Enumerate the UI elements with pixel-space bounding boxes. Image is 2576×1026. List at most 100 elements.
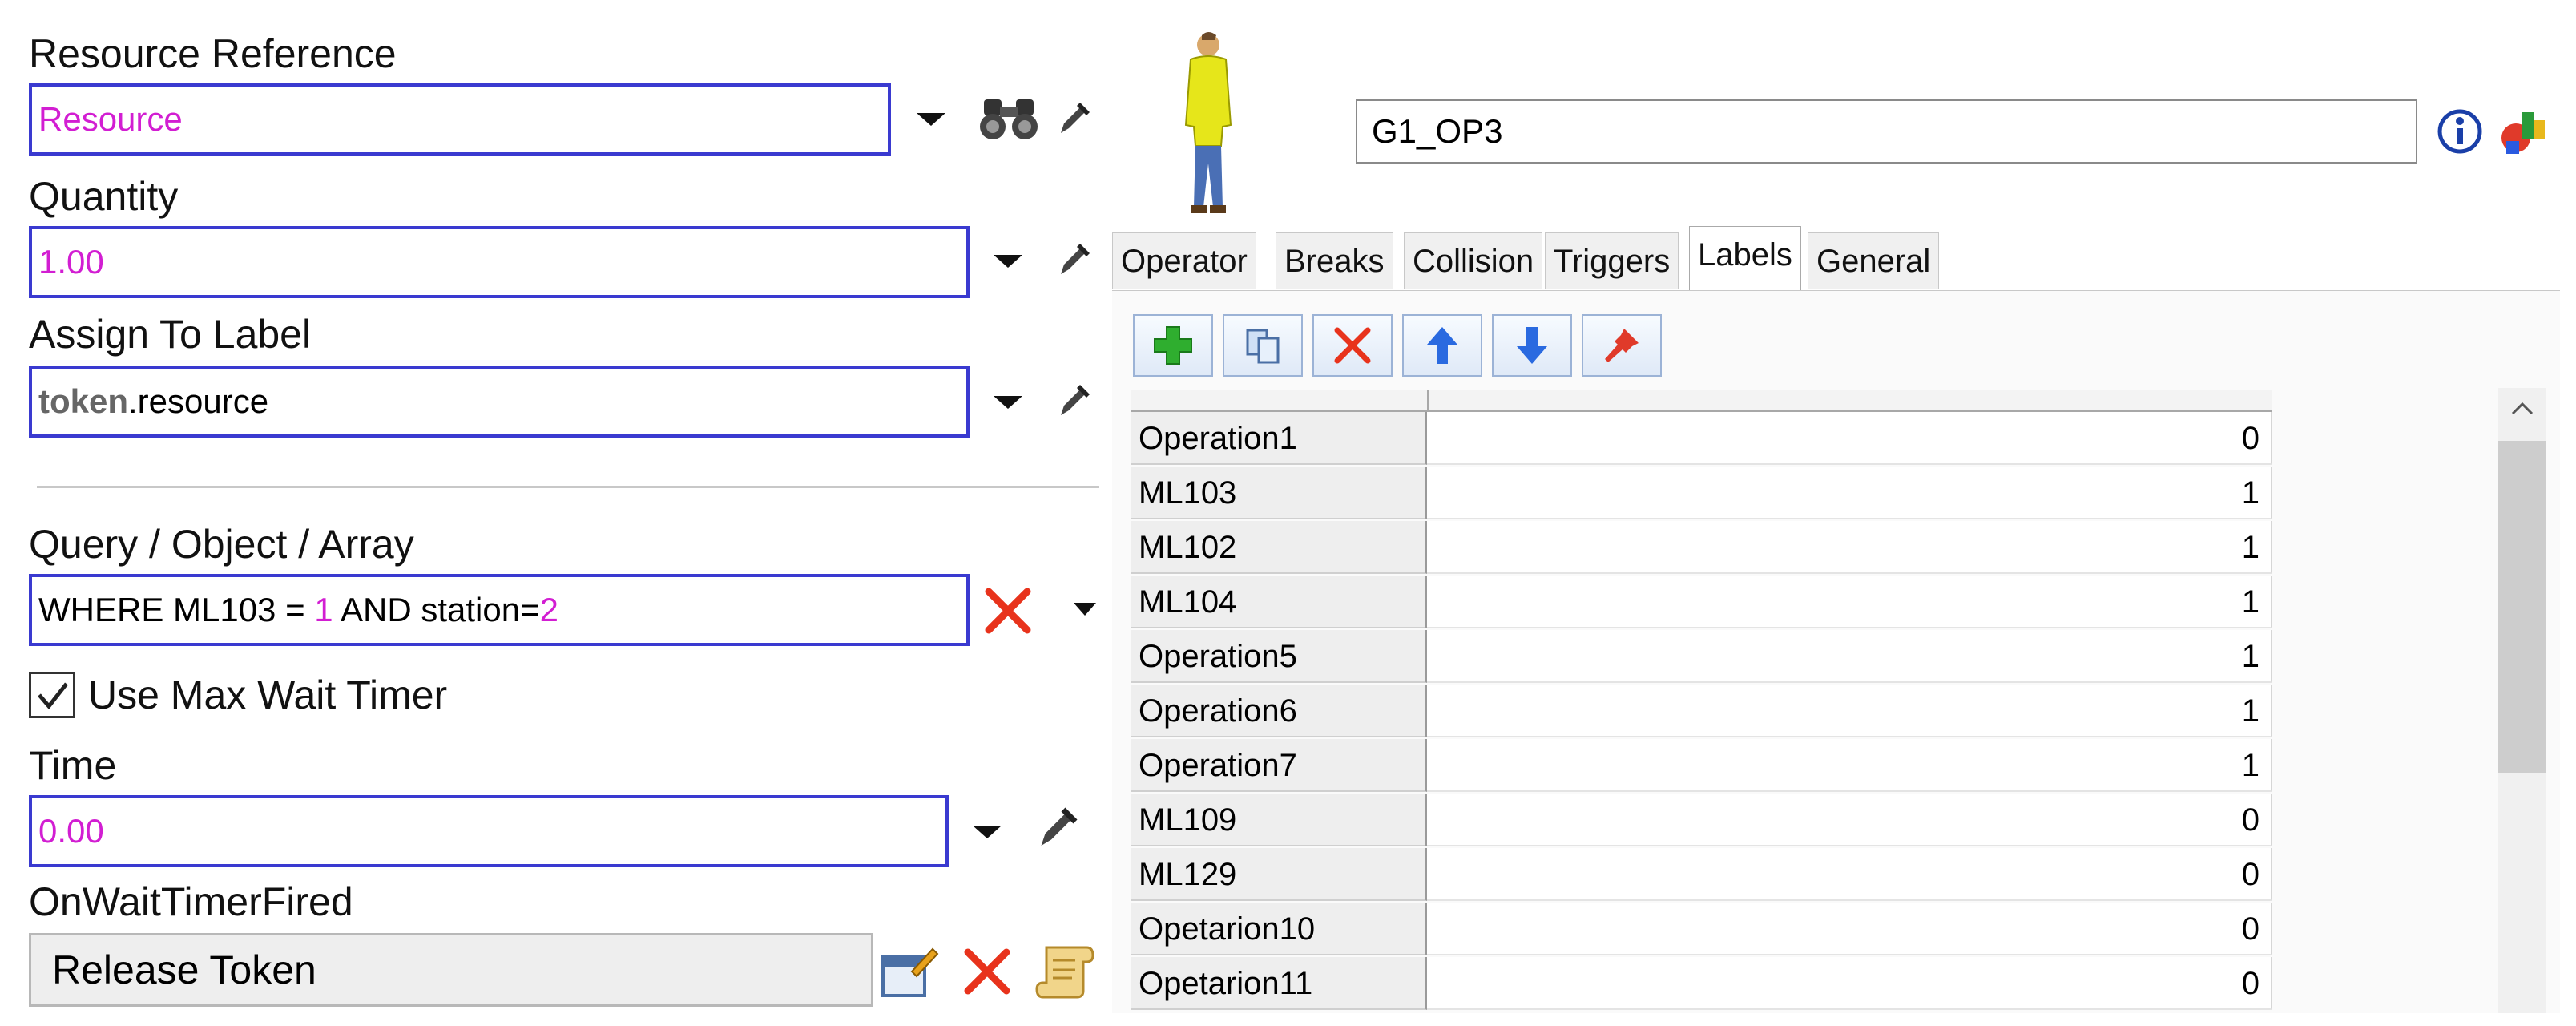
query-text-2: AND station=	[333, 591, 540, 628]
table-row[interactable]: Opetarion10 0	[1131, 903, 2272, 957]
resource-dropdown-arrow-icon[interactable]	[917, 113, 945, 126]
query-delete-x-icon[interactable]	[982, 585, 1034, 636]
copy-icon	[1246, 329, 1280, 364]
table-row[interactable]: Operation6 1	[1131, 685, 2272, 739]
on-wait-timer-fired-value: Release Token	[52, 947, 316, 992]
quantity-field[interactable]: 1.00	[29, 226, 970, 298]
delete-x-icon	[1334, 327, 1371, 364]
label-name-cell[interactable]: ML102	[1131, 521, 1427, 574]
time-eyedropper-icon[interactable]	[1035, 802, 1083, 850]
tab-general[interactable]: General	[1808, 232, 1940, 289]
assign-eyedropper-icon[interactable]	[1056, 380, 1094, 418]
label-name-cell[interactable]: Operation1	[1131, 412, 1427, 465]
checkmark-icon	[38, 682, 68, 709]
table-row[interactable]: ML103 1	[1131, 467, 2272, 521]
tab-breaks[interactable]: Breaks	[1276, 232, 1393, 289]
label-name-cell[interactable]: ML129	[1131, 848, 1427, 901]
tab-labels[interactable]: Labels	[1689, 226, 1801, 290]
table-row[interactable]: ML102 1	[1131, 521, 2272, 576]
label-value-cell[interactable]: 0	[1427, 957, 2272, 1010]
table-row[interactable]: Operation7 1	[1131, 739, 2272, 794]
table-row[interactable]: Opetarion11 0	[1131, 957, 2272, 1012]
time-dropdown-arrow-icon[interactable]	[973, 826, 1002, 838]
move-down-icon	[1517, 327, 1547, 364]
label-value-cell[interactable]: 1	[1427, 685, 2272, 737]
table-row[interactable]: Operation1 0	[1131, 412, 2272, 467]
assign-suffix: .resource	[128, 382, 269, 420]
quantity-eyedropper-icon[interactable]	[1056, 239, 1094, 277]
assign-to-label-field[interactable]: token.resource	[29, 366, 970, 438]
trigger-delete-x-icon[interactable]	[961, 946, 1013, 997]
label-name-cell[interactable]: Opetarion10	[1131, 903, 1427, 955]
assign-to-label-label: Assign To Label	[29, 312, 312, 357]
label-name-cell[interactable]: ML109	[1131, 794, 1427, 846]
on-wait-timer-fired-field[interactable]: Release Token	[29, 933, 873, 1007]
binoculars-icon[interactable]	[979, 96, 1040, 143]
label-name-cell[interactable]: ML103	[1131, 467, 1427, 519]
pin-label-button[interactable]	[1582, 314, 1662, 377]
label-value-cell[interactable]: 0	[1427, 794, 2272, 846]
move-label-up-button[interactable]	[1402, 314, 1482, 377]
add-icon	[1154, 326, 1192, 365]
query-label: Query / Object / Array	[29, 522, 414, 567]
tab-operator[interactable]: Operator	[1112, 232, 1256, 289]
label-name-cell[interactable]: Operation7	[1131, 739, 1427, 792]
resource-reference-value: Resource	[38, 100, 183, 138]
table-row[interactable]: ML104 1	[1131, 576, 2272, 630]
label-value-cell[interactable]: 0	[1427, 412, 2272, 465]
on-wait-timer-fired-label: OnWaitTimerFired	[29, 879, 353, 924]
query-dropdown-arrow-icon[interactable]	[1074, 603, 1096, 616]
copy-label-button[interactable]	[1223, 314, 1303, 377]
assign-prefix: token	[38, 382, 129, 420]
label-value-cell[interactable]: 0	[1427, 903, 2272, 955]
time-label: Time	[29, 743, 117, 788]
color-palette-icon[interactable]	[2498, 104, 2550, 159]
scroll-up-chevron-icon[interactable]	[2509, 399, 2535, 418]
code-edit-icon[interactable]	[880, 943, 939, 999]
resource-reference-field[interactable]: Resource	[29, 83, 891, 156]
pin-icon	[1605, 329, 1639, 362]
use-max-wait-checkbox[interactable]	[29, 672, 75, 718]
delete-label-button[interactable]	[1312, 314, 1393, 377]
time-value: 0.00	[38, 812, 104, 850]
quantity-dropdown-arrow-icon[interactable]	[994, 255, 1022, 268]
quantity-label: Quantity	[29, 174, 179, 219]
label-value-cell[interactable]: 0	[1427, 848, 2272, 901]
label-value-cell[interactable]: 1	[1427, 467, 2272, 519]
table-row[interactable]: ML129 0	[1131, 848, 2272, 903]
label-name-cell[interactable]: Opetarion11	[1131, 957, 1427, 1010]
query-number-1: 1	[314, 591, 333, 628]
assign-dropdown-arrow-icon[interactable]	[994, 396, 1022, 409]
time-field[interactable]: 0.00	[29, 795, 949, 867]
tab-triggers[interactable]: Triggers	[1545, 232, 1679, 289]
query-field[interactable]: WHERE ML103 = 1 AND station=2	[29, 574, 970, 646]
table-row[interactable]: Operation5 1	[1131, 630, 2272, 685]
object-name-value: G1_OP3	[1372, 112, 1503, 150]
label-value-cell[interactable]: 1	[1427, 521, 2272, 574]
label-value-cell[interactable]: 1	[1427, 739, 2272, 792]
labels-table-scrollbar[interactable]	[2498, 388, 2546, 1013]
move-label-down-button[interactable]	[1492, 314, 1572, 377]
use-max-wait-label: Use Max Wait Timer	[88, 673, 448, 717]
script-icon[interactable]	[1035, 941, 1096, 1000]
table-row[interactable]: ML109 0	[1131, 794, 2272, 848]
query-number-2: 2	[539, 591, 558, 628]
quantity-value: 1.00	[38, 243, 104, 281]
scrollbar-thumb[interactable]	[2498, 441, 2546, 773]
tab-collision[interactable]: Collision	[1404, 232, 1543, 289]
resource-eyedropper-icon[interactable]	[1056, 98, 1094, 136]
label-value-cell[interactable]: 1	[1427, 630, 2272, 683]
section-divider	[37, 486, 1099, 488]
label-name-cell[interactable]: Operation6	[1131, 685, 1427, 737]
add-label-button[interactable]	[1133, 314, 1213, 377]
labels-table-header	[1131, 390, 2272, 412]
label-name-cell[interactable]: ML104	[1131, 576, 1427, 628]
operator-person-icon	[1184, 32, 1232, 213]
label-name-cell[interactable]: Operation5	[1131, 630, 1427, 683]
query-text-1: WHERE ML103 =	[38, 591, 315, 628]
info-icon[interactable]	[2436, 107, 2484, 156]
resource-reference-label: Resource Reference	[29, 31, 397, 76]
object-name-field[interactable]: G1_OP3	[1356, 99, 2417, 164]
label-value-cell[interactable]: 1	[1427, 576, 2272, 628]
move-up-icon	[1427, 327, 1457, 364]
